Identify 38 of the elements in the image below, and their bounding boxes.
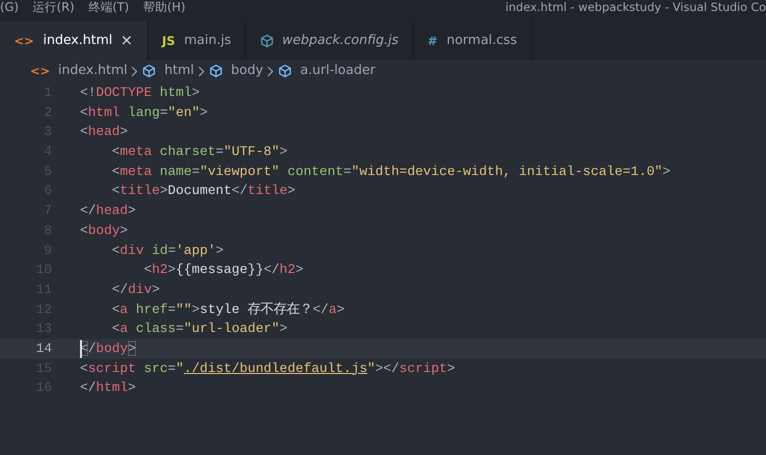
- cube-icon: [209, 64, 224, 78]
- cube-icon: [278, 64, 292, 78]
- code-line: <title>Document</title>: [110, 182, 296, 200]
- breadcrumb-item[interactable]: body: [231, 61, 264, 81]
- file-type-icon: <>: [30, 62, 50, 80]
- close-icon[interactable]: ×: [120, 29, 133, 52]
- breadcrumb-item[interactable]: index.html: [58, 61, 128, 81]
- code-line: <h2>{{message}}</h2>: [142, 261, 304, 280]
- text-cursor: [80, 340, 82, 358]
- line-number: 14: [35, 340, 52, 358]
- file-type-icon: #: [428, 32, 438, 50]
- code-line: <div id='app'>: [110, 242, 224, 260]
- menu-item[interactable]: (G): [0, 0, 19, 17]
- chevron-icon: [267, 66, 274, 76]
- code-line: <!DOCTYPE html>: [80, 84, 200, 102]
- code-line: <body>: [80, 222, 128, 240]
- window-title: index.html - webpackstudy - Visual Studio Co: [505, 0, 766, 16]
- breadcrumb-item[interactable]: a.url-loader: [300, 61, 376, 81]
- cube-icon: [142, 64, 156, 78]
- menu-item[interactable]: 终端(T): [88, 0, 130, 17]
- code-line: <head>: [80, 123, 128, 142]
- menu-item[interactable]: 运行(R): [32, 0, 74, 17]
- code-line: <html lang="en">: [80, 104, 208, 122]
- chevron-icon: [131, 66, 138, 76]
- file-type-icon: JS: [162, 32, 176, 50]
- code-line: <meta name="viewport" content="width=device-width, initial-scale=1.0">: [110, 162, 671, 181]
- editor-tab[interactable]: <> index.html ×: [0, 21, 148, 60]
- code-line: <meta charset="UTF-8">: [110, 143, 288, 162]
- chevron-icon: [198, 66, 206, 76]
- menu-item[interactable]: 帮助(H): [143, 0, 186, 17]
- code-line: </head>: [80, 202, 136, 220]
- code-line: <script src="./dist/bundledefault.js"></script>: [80, 360, 456, 378]
- code-line: </div>: [110, 280, 160, 299]
- breadcrumb-item[interactable]: html: [164, 61, 194, 81]
- code-line: <a class="url-loader">: [110, 320, 288, 338]
- code-line: <a href="">style 存不存在？</a>: [110, 300, 345, 319]
- file-type-icon: <>: [14, 32, 34, 50]
- code-line: </html>: [80, 379, 136, 398]
